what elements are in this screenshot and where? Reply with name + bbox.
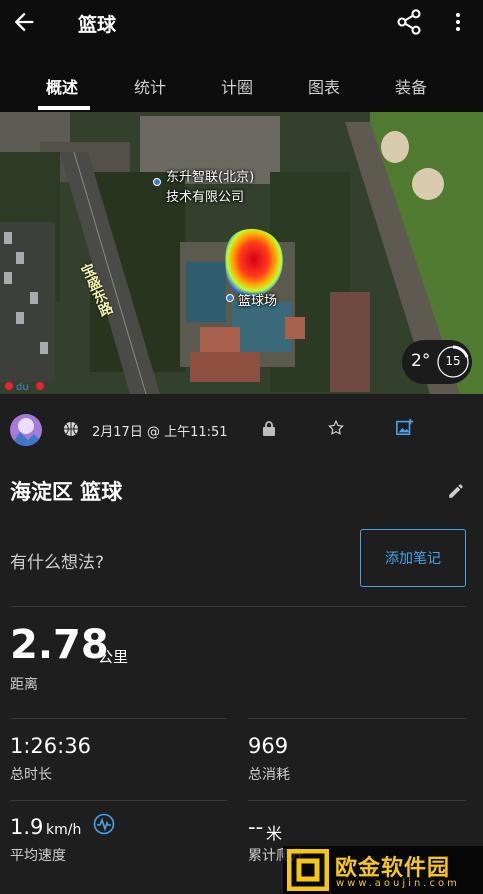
- temperature-value: 2°: [411, 351, 431, 371]
- tab-stats[interactable]: 统计: [134, 74, 166, 98]
- divider: [248, 718, 466, 719]
- lock-icon[interactable]: [262, 420, 276, 437]
- more-vert-icon[interactable]: [446, 8, 470, 36]
- poi-marker-icon: [153, 178, 161, 186]
- tab-laps[interactable]: 计圈: [221, 74, 253, 98]
- distance-value: 2.78: [10, 622, 109, 668]
- divider: [10, 606, 466, 607]
- ascent-value: --: [248, 815, 264, 839]
- poi-label-court: 篮球场: [238, 294, 278, 309]
- avg-speed-label: 平均速度: [10, 848, 66, 864]
- page-title: 篮球: [78, 14, 117, 36]
- tab-charts[interactable]: 图表: [308, 74, 340, 98]
- distance-label: 距离: [10, 677, 38, 693]
- add-photo-icon[interactable]: [396, 418, 414, 436]
- tab-gear[interactable]: 装备: [395, 74, 427, 98]
- active-tab-indicator: [38, 106, 90, 110]
- court-marker-icon: [226, 294, 234, 302]
- map-provider-logo: du: [5, 382, 44, 392]
- divider: [10, 800, 227, 801]
- map-provider-text: du: [16, 382, 29, 392]
- edit-pencil-icon[interactable]: [447, 482, 465, 500]
- watermark-logo-icon: [287, 849, 329, 891]
- activity-title: 海淀区 篮球: [10, 480, 123, 504]
- poi-label-company: 东升智联(北京) 技术有限公司: [166, 168, 254, 208]
- pulse-chart-icon[interactable]: [93, 813, 115, 835]
- watermark: 欧金软件园 www.aoujin.com: [283, 846, 483, 894]
- ascent-unit: 米: [266, 824, 283, 843]
- total-time-value: 1:26:36: [10, 734, 91, 758]
- weather-widget: 2° 15: [402, 340, 472, 384]
- poi-company-line2: 技术有限公司: [166, 190, 245, 205]
- poi-company-line1: 东升智联(北京): [166, 170, 255, 185]
- avg-speed-unit: km/h: [46, 822, 82, 838]
- star-icon[interactable]: [327, 419, 345, 437]
- tab-bar: 概述 统计 计圈 图表 装备: [0, 44, 483, 112]
- activity-map[interactable]: 东升智联(北京) 技术有限公司 篮球场 宝盛东路 du 2° 15: [0, 112, 483, 394]
- back-arrow-icon[interactable]: [10, 8, 38, 36]
- distance-unit: 公里: [98, 648, 129, 666]
- divider: [10, 718, 227, 719]
- calories-label: 总消耗: [248, 767, 290, 783]
- activity-date: 2月17日 @ 上午11:51: [92, 425, 228, 440]
- activity-meta-row: 2月17日 @ 上午11:51: [0, 394, 483, 468]
- add-note-button[interactable]: 添加笔记: [360, 529, 466, 587]
- thoughts-prompt[interactable]: 有什么想法?: [10, 548, 104, 573]
- basketball-icon: [64, 422, 78, 436]
- avg-speed-value: 1.9: [10, 815, 44, 839]
- divider: [248, 800, 466, 801]
- calories-value: 969: [248, 734, 289, 758]
- total-time-label: 总时长: [10, 767, 52, 783]
- tab-overview[interactable]: 概述: [46, 74, 78, 98]
- wind-speed-value: 15: [445, 354, 461, 368]
- avatar[interactable]: [10, 414, 42, 446]
- share-icon[interactable]: [395, 8, 423, 36]
- app-bar: 篮球: [0, 0, 483, 44]
- watermark-url: www.aoujin.com: [336, 878, 460, 889]
